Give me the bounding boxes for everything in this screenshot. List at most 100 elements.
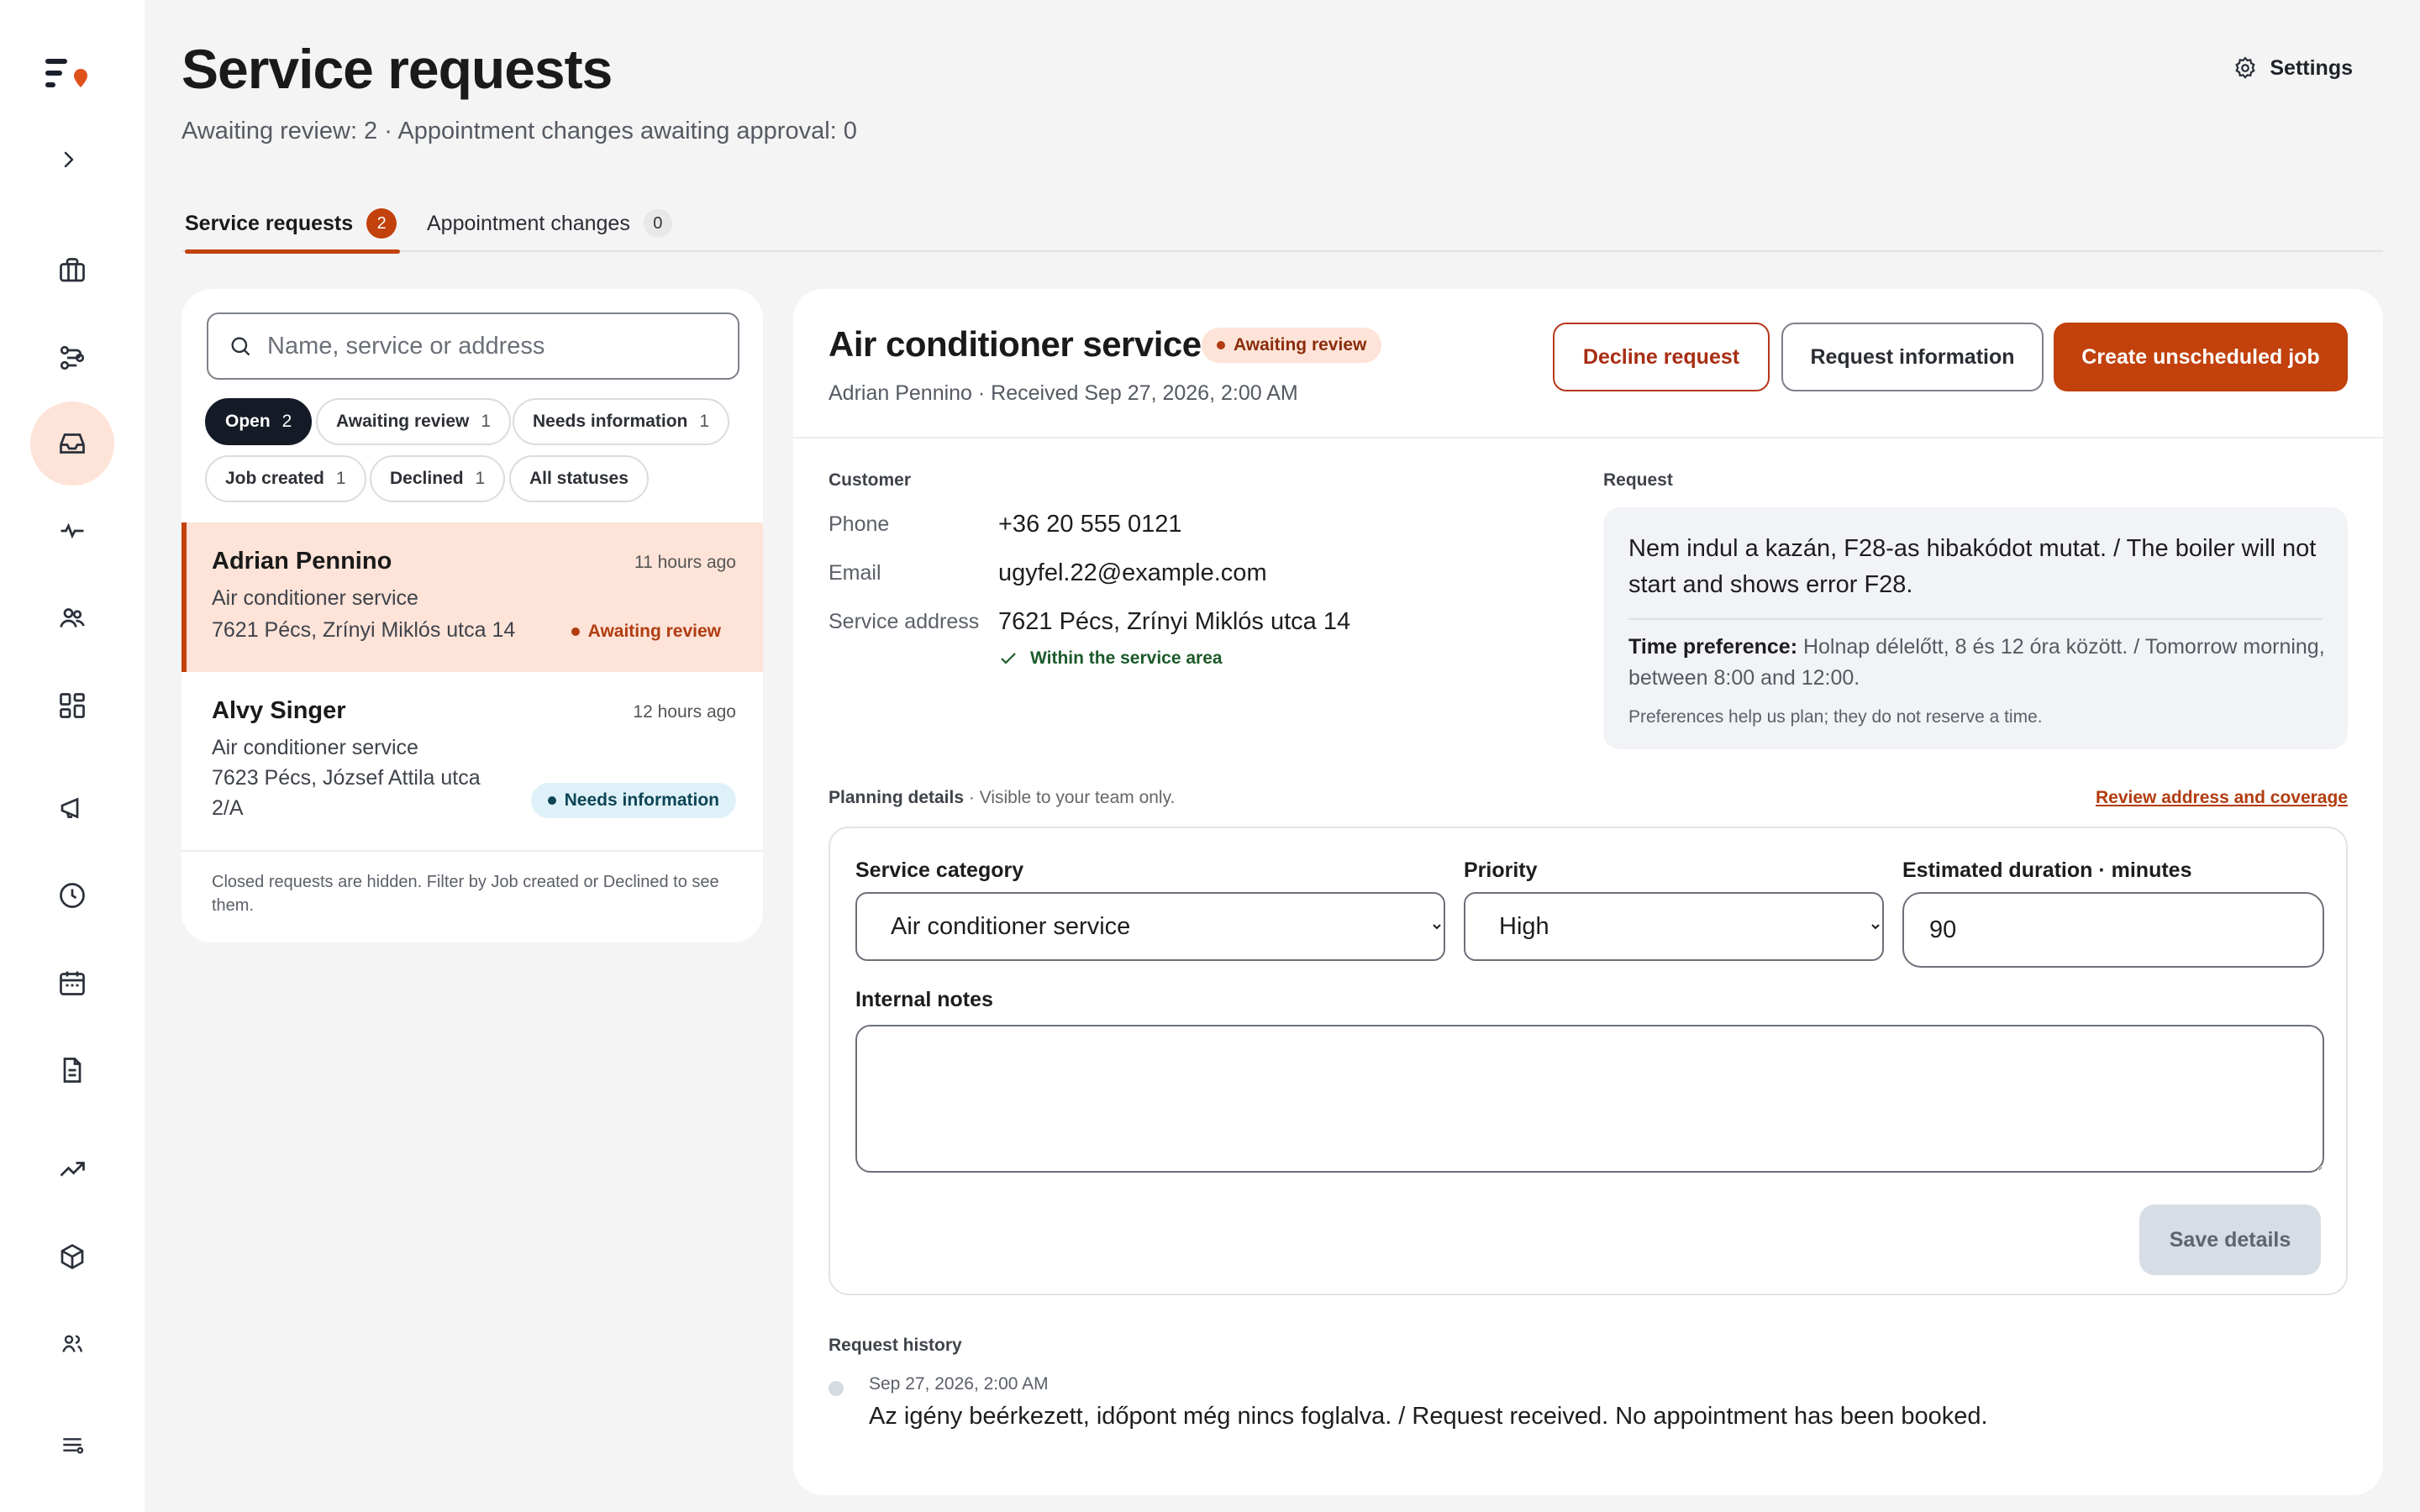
request-detail-panel: Air conditioner service Awaiting review … <box>793 289 2383 1495</box>
request-message: Nem indul a kazán, F28-as hibakódot muta… <box>1628 535 2317 598</box>
history-entry-time: Sep 27, 2026, 2:00 AM <box>869 1374 1049 1394</box>
request-customer-name: Alvy Singer <box>212 697 346 724</box>
tab-count-badge: 2 <box>366 208 397 239</box>
filter-chip-count: 1 <box>475 469 486 488</box>
status-label: Needs information <box>564 790 719 810</box>
save-details-button[interactable]: Save details <box>2139 1205 2321 1275</box>
service-category-select[interactable]: Air conditioner service <box>855 892 1445 961</box>
trending-up-icon[interactable] <box>30 1127 114 1211</box>
history-timeline-dot <box>829 1381 844 1396</box>
service-address-label: Service address <box>829 610 980 633</box>
gear-icon <box>2233 55 2258 81</box>
settings-button[interactable]: Settings <box>2233 55 2353 81</box>
request-list-panel: Open 2 Awaiting review 1 Needs informati… <box>182 289 763 942</box>
activity-icon[interactable] <box>30 489 114 573</box>
priority-select[interactable]: High <box>1464 892 1884 961</box>
status-badge: Needs information <box>530 783 736 818</box>
search-box[interactable] <box>207 312 739 380</box>
document-icon[interactable] <box>30 1028 114 1112</box>
status-dot <box>547 796 556 805</box>
request-address-line2: 2/A <box>212 796 244 820</box>
sidebar <box>0 0 145 1512</box>
service-category-label: Service category <box>855 858 1024 882</box>
request-divider <box>1628 618 2323 620</box>
filter-chip-awaiting-review[interactable]: Awaiting review 1 <box>316 398 512 445</box>
internal-notes-textarea[interactable] <box>855 1025 2324 1173</box>
request-customer-name: Adrian Pennino <box>212 548 392 575</box>
route-icon[interactable] <box>30 316 114 400</box>
header-divider <box>793 437 2383 438</box>
filter-chip-open[interactable]: Open 2 <box>205 398 313 445</box>
briefcase-icon[interactable] <box>30 228 114 312</box>
check-icon <box>998 648 1018 669</box>
request-section-label: Request <box>1603 470 1673 490</box>
tab-label: Service requests <box>185 211 354 235</box>
tab-service-requests[interactable]: Service requests 2 <box>185 195 401 254</box>
status-badge: Awaiting review <box>571 622 721 642</box>
tab-appointment-changes[interactable]: Appointment changes 0 <box>427 195 672 252</box>
time-preference-label: Time preference: <box>1628 635 1798 659</box>
detail-title: Air conditioner service <box>829 324 1202 364</box>
closed-requests-note: Closed requests are hidden. Filter by Jo… <box>212 873 719 915</box>
page-subtitle: Awaiting review: 2 · Appointment changes… <box>182 118 857 144</box>
preference-note: Preferences help us plan; they do not re… <box>1628 707 2043 727</box>
request-history-label: Request history <box>829 1336 962 1355</box>
expand-sidebar-icon[interactable] <box>57 148 81 171</box>
planning-form: Service category Air conditioner service… <box>829 827 2348 1295</box>
email-value[interactable]: ugyfel.22@example.com <box>998 559 1267 587</box>
request-received-time: 12 hours ago <box>633 702 736 722</box>
clock-icon[interactable] <box>30 853 114 937</box>
menu-settings-icon[interactable] <box>30 1403 114 1487</box>
planning-label: Planning details <box>829 788 965 807</box>
tab-bar: Service requests 2 Appointment changes 0 <box>182 195 2383 254</box>
filter-chip-declined[interactable]: Declined 1 <box>370 455 506 502</box>
time-preference: Time preference: Holnap délelőtt, 8 és 1… <box>1628 632 2331 694</box>
service-address-value: 7621 Pécs, Zrínyi Miklós utca 14 <box>998 608 1351 635</box>
create-unscheduled-job-button[interactable]: Create unscheduled job <box>2054 323 2348 391</box>
status-label: Awaiting review <box>587 622 721 641</box>
history-entry-text: Az igény beérkezett, időpont még nincs f… <box>869 1403 1988 1430</box>
calendar-icon[interactable] <box>30 941 114 1025</box>
filter-chip-label: Awaiting review <box>336 412 470 431</box>
phone-value[interactable]: +36 20 555 0121 <box>998 511 1182 538</box>
filter-chip-count: 1 <box>699 412 710 431</box>
estimated-duration-input[interactable] <box>1902 892 2324 968</box>
estimated-duration-label: Estimated duration · minutes <box>1902 858 2192 882</box>
detail-status-badge: Awaiting review <box>1202 328 1382 363</box>
decline-request-button[interactable]: Decline request <box>1553 323 1770 391</box>
request-message-box: Nem indul a kazán, F28-as hibakódot muta… <box>1603 507 2348 749</box>
filter-chip-all-statuses[interactable]: All statuses <box>509 455 649 502</box>
box-icon[interactable] <box>30 1215 114 1299</box>
search-input[interactable] <box>267 332 738 360</box>
filter-chip-label: Declined <box>390 469 464 488</box>
review-address-link[interactable]: Review address and coverage <box>2096 788 2348 808</box>
detail-meta: Adrian Pennino · Received Sep 27, 2026, … <box>829 381 1298 405</box>
priority-label: Priority <box>1464 858 1538 882</box>
users-icon[interactable] <box>30 1302 114 1386</box>
coverage-status: Within the service area <box>998 648 1223 669</box>
team-icon[interactable] <box>30 576 114 660</box>
request-information-button[interactable]: Request information <box>1781 323 2044 391</box>
dashboard-icon[interactable] <box>30 664 114 748</box>
tab-label: Appointment changes <box>427 211 630 235</box>
phone-label: Phone <box>829 512 890 536</box>
coverage-label: Within the service area <box>1030 648 1223 668</box>
planning-section-label: Planning details · Visible to your team … <box>829 788 1175 808</box>
filter-chip-needs-information[interactable]: Needs information 1 <box>513 398 730 445</box>
inbox-icon[interactable] <box>30 402 114 486</box>
request-service: Air conditioner service <box>212 586 418 610</box>
filter-chip-job-created[interactable]: Job created 1 <box>205 455 366 502</box>
request-list-item[interactable]: Alvy Singer 12 hours ago Air conditioner… <box>182 672 763 848</box>
request-list-item[interactable]: Adrian Pennino 11 hours ago Air conditio… <box>182 522 763 672</box>
app-logo[interactable] <box>44 55 91 96</box>
filter-chip-count: 1 <box>481 412 492 431</box>
internal-notes-label: Internal notes <box>855 988 993 1011</box>
request-received-time: 11 hours ago <box>634 553 736 572</box>
planning-visibility-note: · Visible to your team only. <box>968 788 1176 807</box>
request-address-line1: 7623 Pécs, József Attila utca <box>212 766 481 790</box>
customer-section-label: Customer <box>829 470 912 490</box>
filter-chip-count: 2 <box>281 412 292 431</box>
filter-chip-count: 1 <box>335 469 346 488</box>
filter-chip-label: Open <box>225 412 271 431</box>
megaphone-icon[interactable] <box>30 766 114 850</box>
